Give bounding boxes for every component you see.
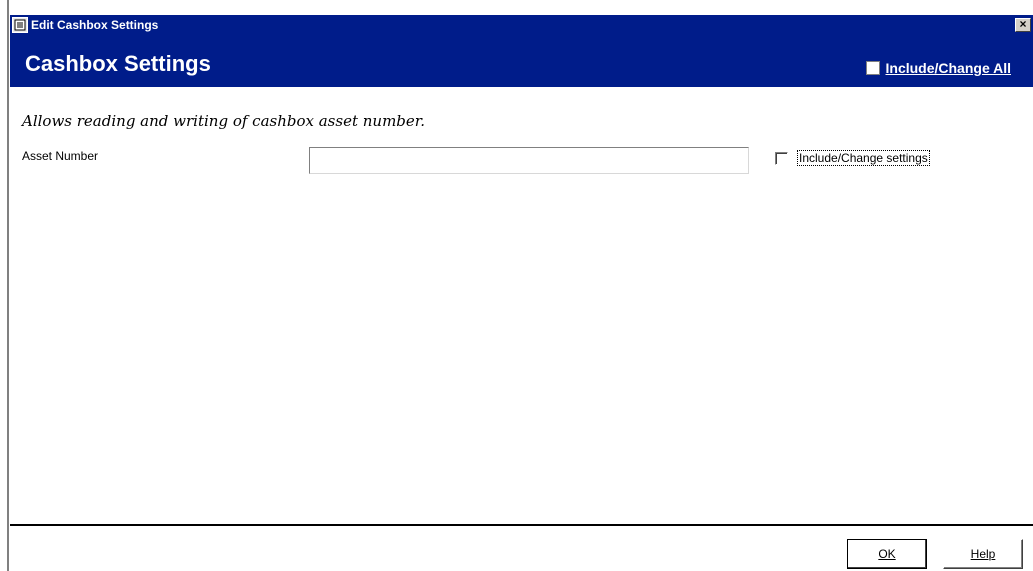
include-settings-checkbox-box[interactable] [775,151,788,165]
include-settings-label[interactable]: Include/Change settings [797,150,930,166]
include-change-settings-checkbox[interactable]: Include/Change settings [775,150,930,166]
include-all-label[interactable]: Include/Change All [886,60,1012,76]
settings-description: Allows reading and writing of cashbox as… [22,112,426,130]
asset-number-label: Asset Number [22,149,99,163]
include-all-checkbox-box[interactable] [865,61,880,75]
page-title: Cashbox Settings [25,51,211,76]
document-icon [12,17,28,33]
help-button[interactable]: Help [943,539,1023,569]
ok-button[interactable]: OK [847,539,927,569]
close-icon[interactable]: × [1015,18,1031,32]
asset-number-input[interactable] [309,147,749,174]
window-left-border [0,0,10,571]
window-title: Edit Cashbox Settings [31,18,159,32]
include-change-all-checkbox[interactable]: Include/Change All [865,60,1012,76]
settings-header: Cashbox Settings Include/Change All [10,35,1033,87]
footer-divider [10,524,1033,526]
window-titlebar: Edit Cashbox Settings × [10,15,1033,35]
